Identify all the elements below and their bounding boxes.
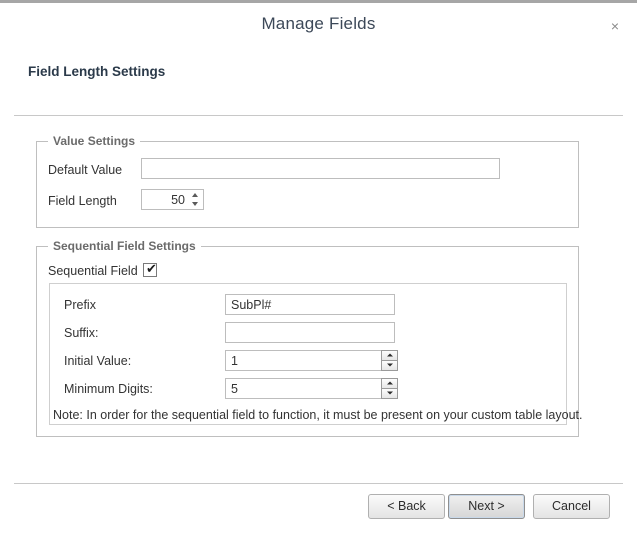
manage-fields-dialog: Manage Fields × Field Length Settings Va…	[0, 0, 637, 542]
prefix-input[interactable]	[225, 294, 395, 315]
suffix-label: Suffix:	[64, 326, 99, 340]
cancel-button[interactable]: Cancel	[533, 494, 610, 519]
initial-value-spin-up-icon[interactable]	[381, 350, 398, 361]
suffix-input[interactable]	[225, 322, 395, 343]
field-length-label: Field Length	[48, 194, 117, 208]
minimum-digits-spin-down-icon[interactable]	[381, 388, 398, 399]
default-value-label: Default Value	[48, 163, 123, 177]
field-length-spin-down-icon[interactable]	[187, 200, 203, 210]
field-length-stepper[interactable]	[141, 189, 204, 210]
field-length-spin-buttons[interactable]	[187, 190, 203, 209]
initial-value-label: Initial Value:	[64, 354, 132, 368]
checkmark-icon: ✔	[146, 262, 157, 277]
footer-separator	[14, 483, 623, 484]
next-button[interactable]: Next >	[448, 494, 525, 519]
header-separator	[14, 115, 623, 116]
sequential-field-note: Note: In order for the sequential field …	[53, 408, 583, 422]
back-button[interactable]: < Back	[368, 494, 445, 519]
initial-value-stepper[interactable]	[381, 350, 398, 371]
sequential-fields-panel: Prefix Suffix: Initial Value: Minimum Di…	[49, 283, 582, 425]
minimum-digits-label: Minimum Digits:	[64, 382, 153, 396]
dialog-title: Manage Fields	[261, 14, 376, 33]
close-icon[interactable]: ×	[603, 15, 627, 37]
sequential-field-checkbox[interactable]: ✔	[143, 262, 157, 277]
dialog-titlebar: Manage Fields ×	[0, 3, 637, 47]
page-title: Field Length Settings	[28, 64, 166, 79]
sequential-field-label: Sequential Field	[48, 264, 138, 278]
sequential-field-settings-group: Sequential Field Settings Sequential Fie…	[36, 239, 582, 437]
minimum-digits-input[interactable]	[225, 378, 382, 399]
default-value-input[interactable]	[141, 158, 500, 179]
value-settings-group: Value Settings Default Value Field Lengt…	[36, 134, 579, 228]
field-length-spin-up-icon[interactable]	[187, 190, 203, 200]
initial-value-spin-down-icon[interactable]	[381, 360, 398, 371]
value-settings-legend: Value Settings	[48, 134, 141, 148]
sequential-settings-legend: Sequential Field Settings	[48, 239, 201, 253]
initial-value-input[interactable]	[225, 350, 382, 371]
minimum-digits-stepper[interactable]	[381, 378, 398, 399]
minimum-digits-spin-up-icon[interactable]	[381, 378, 398, 389]
prefix-label: Prefix	[64, 298, 96, 312]
